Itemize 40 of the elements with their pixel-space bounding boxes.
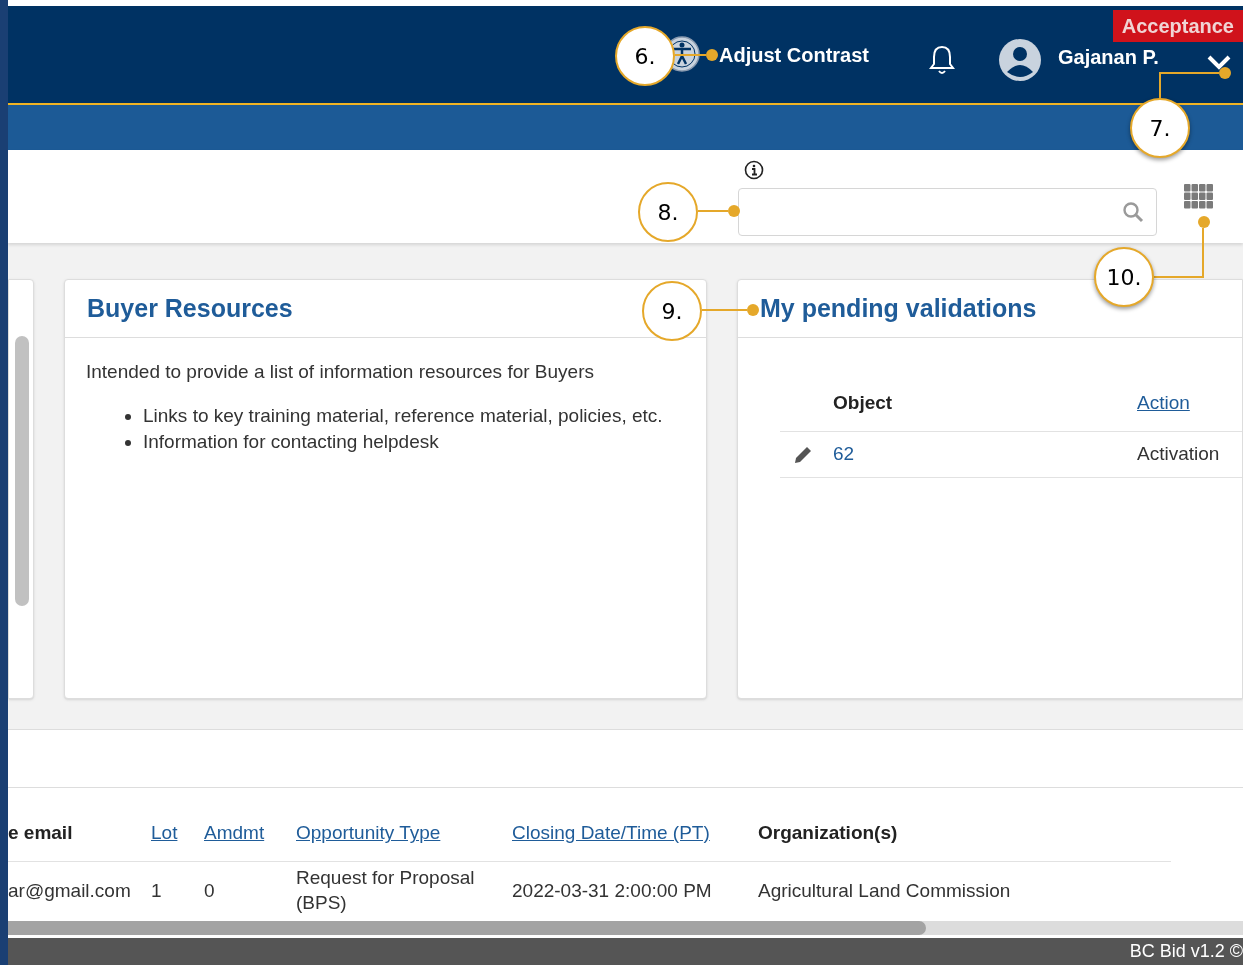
bullet-icon [125,439,131,446]
column-header: Organization(s) [758,822,898,844]
environment-badge: Acceptance [1112,10,1243,42]
leader-line [697,205,740,217]
table-cell: ar@gmail.com [8,879,131,901]
bullet-icon [125,413,131,420]
card-description: Intended to provide a list of information resources for Buyers [86,360,595,384]
column-header[interactable]: Amdmt [204,822,265,844]
column-header[interactable]: Opportunity Type [296,822,441,844]
user-avatar-icon[interactable] [998,38,1042,82]
column-header: e email [8,822,73,844]
leader-line [1159,67,1231,99]
bell-icon[interactable] [928,44,956,76]
callout-badge: 10. [1094,247,1154,307]
column-header[interactable]: Lot [151,822,178,844]
object-link[interactable]: 62 [833,440,1137,469]
bullet-text: Links to key training material, reference material, policies, etc. [143,403,663,428]
grid-menu-icon[interactable] [1184,184,1213,209]
user-name: Gajanan P. [1058,45,1159,70]
info-icon[interactable] [744,160,764,180]
table-cell: 1 [151,879,162,901]
table-cell: Agricultural Land Commission [758,879,1011,901]
table-cell: 0 [204,879,215,901]
bullet-text: Information for contacting helpdesk [143,429,439,454]
table-cell: Request for Proposal (BPS) [296,867,475,913]
leader-line [674,49,718,61]
column-header: Object [833,391,894,416]
column-header[interactable]: Closing Date/Time (PT) [512,822,710,844]
table-cell-text: Activation [1137,442,1220,467]
card-title: Buyer Resources [87,292,293,324]
search-icon[interactable] [1122,201,1144,223]
table-cell: 2022-03-31 2:00:00 PM [512,879,712,901]
chevron-down-icon[interactable] [1206,54,1232,72]
card-title: My pending validations [760,292,1037,324]
leader-line [1153,216,1210,278]
leader-line [701,304,759,316]
footer-text: BC Bid v1.2 © [1129,940,1243,963]
column-header[interactable]: Action [1137,389,1190,418]
adjust-contrast-button[interactable]: Adjust Contrast [719,40,869,70]
search-field[interactable] [738,188,1157,236]
